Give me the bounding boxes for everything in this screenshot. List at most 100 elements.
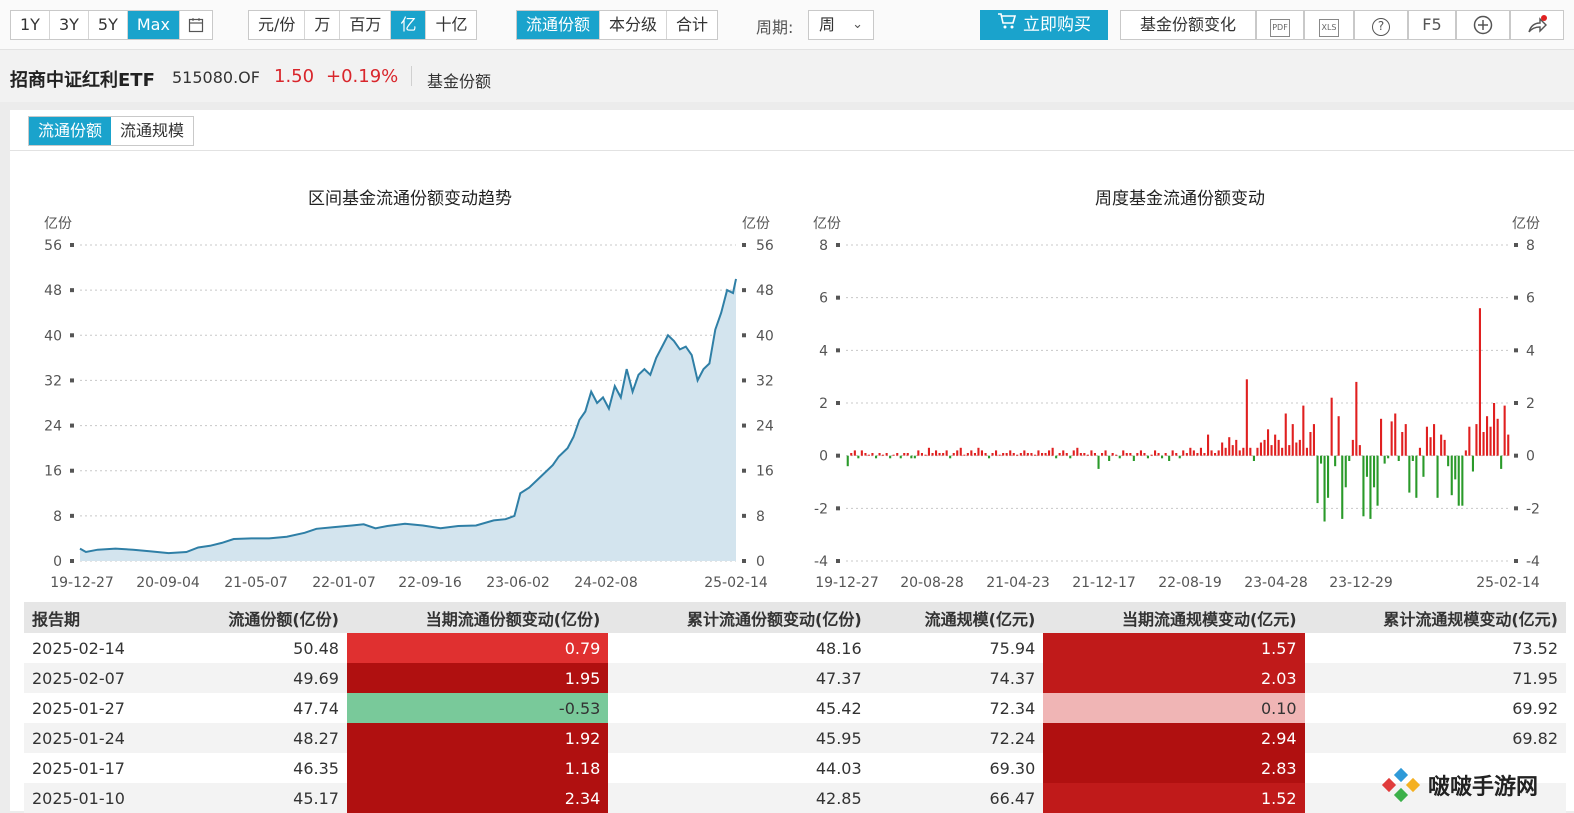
table-cell-scale-chg: 2.83 — [1043, 753, 1305, 783]
weekly-change-bar — [1267, 429, 1270, 456]
table-cell-scale: 75.94 — [989, 638, 1036, 658]
weekly-change-bar — [1411, 455, 1414, 461]
weekly-change-bar — [892, 454, 895, 456]
col-header-share-change[interactable]: 当期流通份额变动(亿份) — [346, 602, 609, 633]
col-header-cum-scale-change[interactable]: 累计流通规模变动(亿元) — [1304, 602, 1566, 633]
table-row[interactable]: 2025-01-27 47.74 -0.53 45.42 72.34 0.10 69.92 — [24, 693, 1566, 723]
right-y-axis-label: 亿份 — [1512, 216, 1540, 232]
y-tick-label: 6 — [819, 291, 828, 307]
weekly-change-bar — [1397, 455, 1400, 461]
weekly-change-bar — [1221, 442, 1224, 456]
table-row[interactable]: 2025-02-14 50.48 0.79 48.16 75.94 1.57 73.52 — [24, 633, 1566, 663]
weekly-change-bar — [1380, 418, 1383, 456]
table-cell-scale-chg: 1.57 — [1043, 633, 1305, 663]
weekly-change-bar — [1418, 447, 1421, 456]
weekly-change-bar — [1489, 426, 1492, 456]
table-cell-date: 2025-01-24 — [24, 723, 174, 753]
watermark-logo-icon — [1378, 762, 1424, 808]
table-cell-cum: 42.85 — [608, 783, 870, 813]
table-cell-cum: 44.03 — [815, 758, 862, 778]
weekly-change-bar — [1210, 450, 1213, 456]
y-tick-label: 0 — [819, 449, 828, 465]
weekly-change-bar — [1312, 424, 1315, 456]
weekly-change-bar — [864, 453, 867, 456]
weekly-change-bar — [1404, 424, 1407, 456]
weekly-change-bar — [867, 454, 870, 456]
y-tick-label: 4 — [819, 343, 828, 359]
weekly-change-bar — [1341, 455, 1344, 519]
y-tick-label-right: 6 — [1526, 291, 1535, 307]
weekly-change-bar — [984, 453, 987, 456]
weekly-change-bar — [991, 453, 994, 456]
weekly-change-bar — [1270, 445, 1273, 456]
tick-mark — [836, 295, 840, 300]
weekly-change-bar — [1097, 455, 1100, 469]
weekly-change-bar — [1026, 453, 1029, 456]
table-cell-shares: 48.27 — [173, 723, 347, 753]
weekly-change-bar — [1365, 455, 1368, 477]
weekly-change-bar — [1009, 450, 1012, 456]
weekly-change-bar — [1044, 453, 1047, 456]
col-header-date[interactable]: 报告期 — [24, 602, 174, 633]
col-header-scale[interactable]: 流通规模(亿元) — [869, 602, 1044, 633]
weekly-change-bar — [963, 454, 966, 456]
weekly-change-bar — [1005, 453, 1008, 456]
weekly-change-bar — [1291, 424, 1294, 456]
weekly-change-bar — [931, 453, 934, 456]
weekly-change-bar — [885, 453, 888, 456]
weekly-change-bar — [1072, 450, 1075, 456]
tick-mark — [1514, 453, 1518, 458]
weekly-change-bar — [875, 455, 878, 459]
col-header-scale-change[interactable]: 当期流通规模变动(亿元) — [1043, 602, 1305, 633]
x-tick-label: 21-12-17 — [1072, 575, 1136, 591]
weekly-change-bar — [1118, 455, 1121, 459]
weekly-change-bar — [903, 453, 906, 456]
table-row[interactable]: 2025-01-24 48.27 1.92 45.95 72.24 2.94 69.82 — [24, 723, 1566, 753]
weekly-change-bar — [1408, 455, 1411, 493]
weekly-change-bar — [1493, 403, 1496, 456]
weekly-change-bar — [1450, 455, 1453, 496]
table-cell-scale-cum: 69.92 — [1512, 698, 1558, 718]
y-tick-label: -2 — [814, 501, 828, 517]
weekly-change-bar — [1425, 426, 1428, 456]
weekly-change-bar — [1079, 453, 1082, 456]
table-cell-cum: 45.42 — [815, 698, 862, 718]
x-tick-label: 20-08-28 — [900, 575, 964, 591]
table-cell-scale: 72.34 — [989, 698, 1036, 718]
weekly-change-bar — [1185, 453, 1188, 456]
table-row[interactable]: 2025-01-17 46.35 1.18 44.03 69.30 2.83 — [24, 753, 1566, 783]
weekly-change-bar — [1496, 418, 1499, 456]
y-tick-label: 8 — [819, 238, 828, 254]
weekly-change-bar — [1281, 447, 1284, 456]
weekly-change-bar — [1429, 437, 1432, 456]
table-row[interactable]: 2025-01-10 45.17 2.34 42.85 66.47 1.52 — [24, 783, 1566, 813]
weekly-change-bar — [1062, 450, 1065, 456]
weekly-change-bar — [1390, 421, 1393, 456]
weekly-change-bar — [1125, 453, 1128, 456]
weekly-change-bar — [938, 453, 941, 456]
weekly-change-bar — [1305, 447, 1308, 456]
table-cell-shares: 46.35 — [293, 758, 339, 778]
weekly-change-bar — [871, 453, 874, 456]
weekly-change-bar — [1055, 455, 1058, 459]
weekly-change-bar — [1104, 450, 1107, 456]
weekly-change-bar — [889, 455, 892, 459]
weekly-change-bar — [1454, 455, 1457, 480]
col-header-cum-share-change[interactable]: 累计流通份额变动(亿份) — [608, 602, 870, 633]
weekly-change-bar — [956, 450, 959, 456]
table-cell-shares: 45.17 — [173, 783, 347, 813]
weekly-change-bar — [1387, 455, 1390, 459]
weekly-change-bar — [1482, 432, 1485, 456]
col-header-shares[interactable]: 流通份额(亿份) — [173, 602, 347, 633]
weekly-change-bar — [1362, 455, 1365, 517]
weekly-change-bar — [1065, 453, 1068, 456]
weekly-change-bar — [1037, 450, 1040, 456]
weekly-change-bar — [857, 455, 860, 459]
y-tick-label-right: -4 — [1526, 554, 1540, 570]
weekly-change-bar — [1401, 432, 1404, 456]
weekly-change-bar — [1093, 453, 1096, 456]
table-cell-shares: 47.74 — [293, 698, 339, 718]
weekly-change-bar — [1369, 455, 1372, 519]
table-row[interactable]: 2025-02-07 49.69 1.95 47.37 74.37 2.03 71.95 — [24, 663, 1566, 693]
weekly-change-bar — [896, 453, 899, 456]
